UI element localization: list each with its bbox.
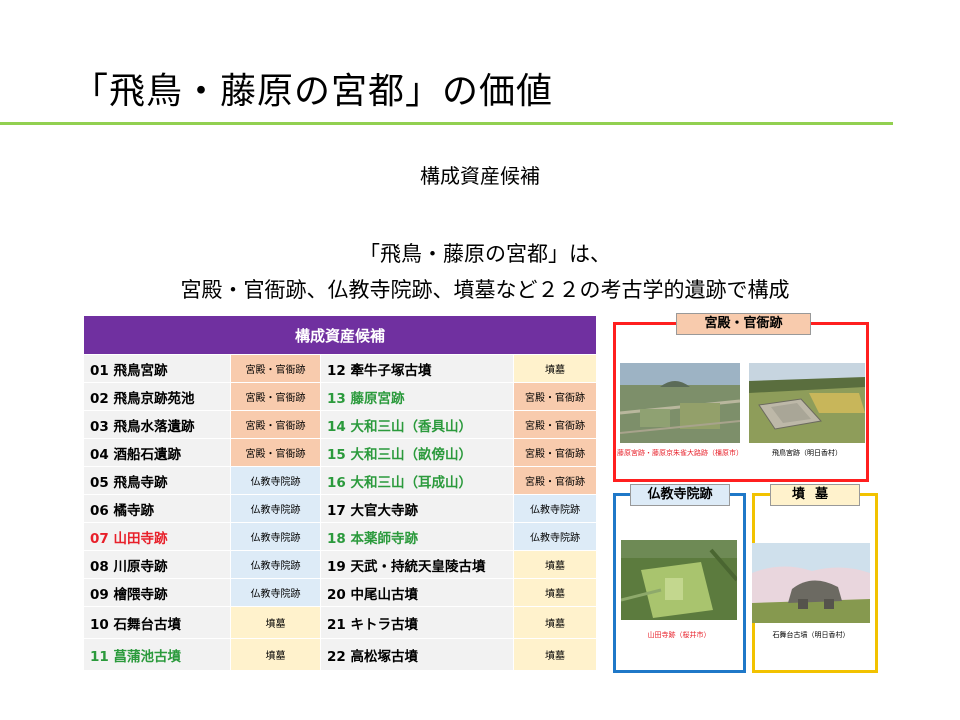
asset-name: 04 酒船石遺跡 — [83, 438, 231, 467]
asset-name: 02 飛鳥京跡苑池 — [83, 382, 231, 411]
ishibutai-photo — [752, 543, 870, 623]
asset-category: 墳墓 — [512, 606, 598, 639]
table-row: 11 菖蒲池古墳 墳墓 22 高松塚古墳 墳墓 — [83, 638, 598, 671]
description-line-2: 宮殿・官衙跡、仏教寺院跡、墳墓など２２の考古学的遺跡で構成 — [180, 278, 790, 302]
asuka-palace-photo — [749, 363, 865, 443]
asset-name: 11 菖蒲池古墳 — [83, 638, 231, 671]
asset-name: 12 牽牛子塚古墳 — [320, 354, 514, 383]
table-row: 09 檜隈寺跡 仏教寺院跡 20 中尾山古墳 墳墓 — [83, 578, 598, 607]
asset-category: 仏教寺院跡 — [230, 578, 321, 607]
section-subtitle: 構成資産候補 — [420, 164, 540, 188]
fujiwara-palace-caption: 藤原宮跡・藤原京朱雀大路跡（橿原市） — [617, 449, 743, 457]
asset-category: 宮殿・官衙跡 — [512, 466, 598, 495]
temple-category-label: 仏教寺院跡 — [630, 484, 730, 506]
asset-name: 06 橘寺跡 — [83, 494, 231, 523]
asset-name: 16 大和三山（耳成山） — [320, 466, 514, 495]
asset-category: 宮殿・官衙跡 — [512, 438, 598, 467]
asset-category: 墳墓 — [512, 550, 598, 579]
table-row: 08 川原寺跡 仏教寺院跡 19 天武・持統天皇陵古墳 墳墓 — [83, 550, 598, 579]
asset-category: 宮殿・官衙跡 — [512, 382, 598, 411]
asset-name: 15 大和三山（畝傍山） — [320, 438, 514, 467]
asset-name: 08 川原寺跡 — [83, 550, 231, 579]
asset-name: 09 檜隈寺跡 — [83, 578, 231, 607]
asset-name: 17 大官大寺跡 — [320, 494, 514, 523]
asset-category: 仏教寺院跡 — [512, 494, 598, 523]
asset-category: 仏教寺院跡 — [230, 466, 321, 495]
asset-name: 20 中尾山古墳 — [320, 578, 514, 607]
table-row: 01 飛鳥宮跡 宮殿・官衙跡 12 牽牛子塚古墳 墳墓 — [83, 354, 598, 383]
assets-table: 構成資産候補 01 飛鳥宮跡 宮殿・官衙跡 12 牽牛子塚古墳 墳墓 02 飛鳥京跡苑池… — [82, 315, 598, 671]
asset-name: 10 石舞台古墳 — [83, 606, 231, 639]
fujiwara-palace-photo — [620, 363, 740, 443]
table-row: 05 飛鳥寺跡 仏教寺院跡 16 大和三山（耳成山） 宮殿・官衙跡 — [83, 466, 598, 495]
table-row: 10 石舞台古墳 墳墓 21 キトラ古墳 墳墓 — [83, 606, 598, 639]
asset-category: 墳墓 — [512, 578, 598, 607]
asset-name: 18 本薬師寺跡 — [320, 522, 514, 551]
asset-category: 宮殿・官衙跡 — [230, 438, 321, 467]
asuka-palace-caption: 飛鳥宮跡（明日香村） — [772, 449, 842, 457]
title-divider — [0, 122, 893, 125]
table-row: 03 飛鳥水落遺跡 宮殿・官衙跡 14 大和三山（香具山） 宮殿・官衙跡 — [83, 410, 598, 439]
yamadadera-photo — [621, 540, 737, 620]
asset-category: 宮殿・官衙跡 — [230, 410, 321, 439]
table-header: 構成資産候補 — [82, 315, 598, 355]
asset-category: 墳墓 — [512, 638, 598, 671]
asset-category: 仏教寺院跡 — [512, 522, 598, 551]
palace-category-label: 宮殿・官衙跡 — [676, 313, 811, 335]
yamadadera-caption: 山田寺跡（桜井市） — [647, 631, 711, 639]
table-row: 02 飛鳥京跡苑池 宮殿・官衙跡 13 藤原宮跡 宮殿・官衙跡 — [83, 382, 598, 411]
description-line-1: 「飛鳥・藤原の宮都」は、 — [359, 242, 611, 266]
asset-name: 07 山田寺跡 — [83, 522, 231, 551]
asset-name: 13 藤原宮跡 — [320, 382, 514, 411]
asset-name: 22 高松塚古墳 — [320, 638, 514, 671]
asset-name: 05 飛鳥寺跡 — [83, 466, 231, 495]
asset-category: 仏教寺院跡 — [230, 550, 321, 579]
table-row: 07 山田寺跡 仏教寺院跡 18 本薬師寺跡 仏教寺院跡 — [83, 522, 598, 551]
page-title: 「飛鳥・藤原の宮都」の価値 — [72, 71, 554, 112]
asset-name: 14 大和三山（香具山） — [320, 410, 514, 439]
asset-name: 21 キトラ古墳 — [320, 606, 514, 639]
ishibutai-caption: 石舞台古墳（明日香村） — [772, 631, 850, 639]
asset-category: 墳墓 — [230, 606, 321, 639]
asset-category: 墳墓 — [230, 638, 321, 671]
asset-category: 仏教寺院跡 — [230, 494, 321, 523]
asset-category: 宮殿・官衙跡 — [230, 382, 321, 411]
asset-name: 19 天武・持統天皇陵古墳 — [320, 550, 514, 579]
asset-name: 03 飛鳥水落遺跡 — [83, 410, 231, 439]
asset-category: 宮殿・官衙跡 — [512, 410, 598, 439]
asset-category: 宮殿・官衙跡 — [230, 354, 321, 383]
asset-category: 墳墓 — [512, 354, 598, 383]
asset-category: 仏教寺院跡 — [230, 522, 321, 551]
table-row: 04 酒船石遺跡 宮殿・官衙跡 15 大和三山（畝傍山） 宮殿・官衙跡 — [83, 438, 598, 467]
tomb-category-label: 墳墓 — [770, 484, 860, 506]
asset-name: 01 飛鳥宮跡 — [83, 354, 231, 383]
table-row: 06 橘寺跡 仏教寺院跡 17 大官大寺跡 仏教寺院跡 — [83, 494, 598, 523]
